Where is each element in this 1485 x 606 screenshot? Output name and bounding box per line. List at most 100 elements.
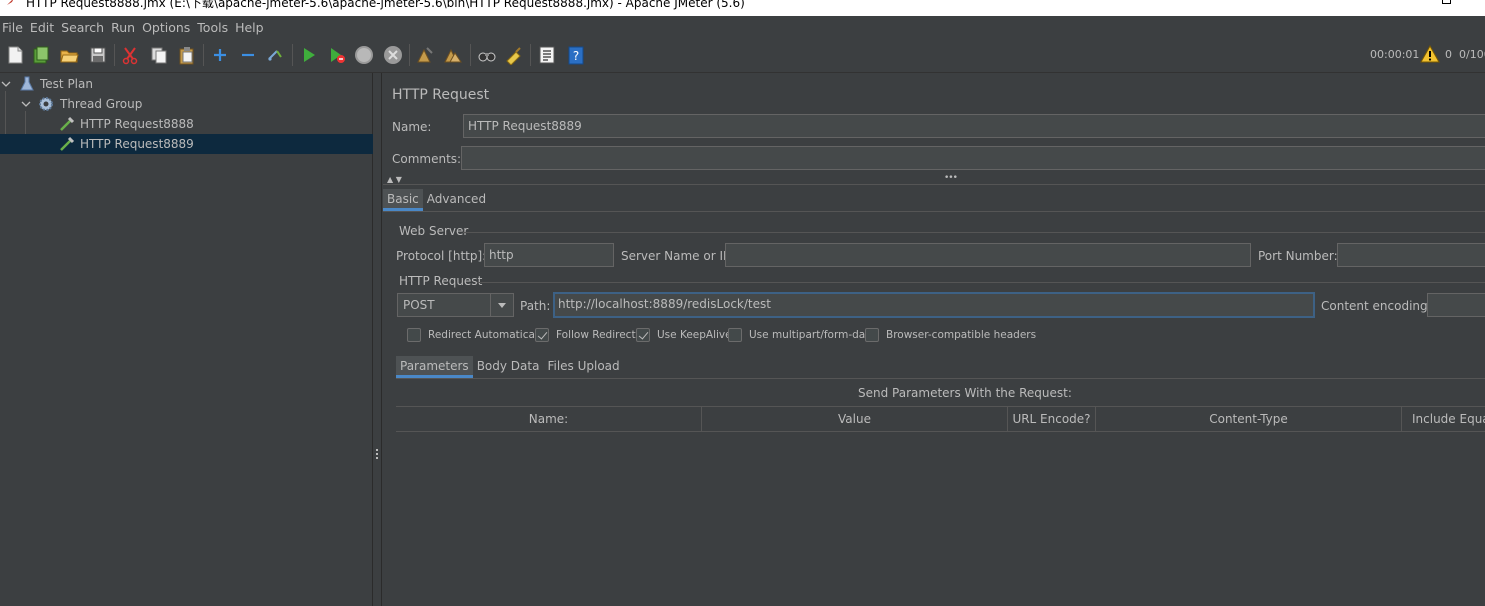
use-keepalive-checkbox[interactable]: Use KeepAlive	[636, 328, 732, 342]
clear-icon[interactable]	[415, 45, 435, 65]
comments-field[interactable]	[461, 146, 1485, 170]
jmeter-feather-icon	[7, 0, 13, 5]
web-server-title: Web Server	[399, 224, 469, 238]
server-name-label: Server Name or IP:	[621, 249, 735, 263]
drag-handle-icon[interactable]	[376, 449, 378, 463]
toolbar-separator	[409, 44, 410, 66]
tree-item-http-request-8889[interactable]: HTTP Request8889	[0, 134, 373, 154]
pipette-icon	[60, 116, 75, 131]
split-pane-divider[interactable]	[373, 73, 382, 606]
search-icon[interactable]	[477, 45, 497, 65]
shutdown-icon[interactable]	[383, 45, 403, 65]
checkbox-box[interactable]	[535, 328, 549, 342]
panel-title: HTTP Request	[392, 87, 490, 103]
column-header-name[interactable]: Name:	[396, 407, 702, 431]
menu-bar: File Edit Search Run Options Tools Help	[0, 16, 1485, 38]
method-select[interactable]: POST	[397, 293, 514, 317]
window-title: HTTP Request8888.jmx (E:\下载\apache-jmete…	[26, 0, 745, 10]
warning-icon[interactable]	[1420, 45, 1440, 63]
column-header-value[interactable]: Value	[702, 407, 1008, 431]
http-request-panel: HTTP Request Name: HTTP Request8889 Comm…	[383, 73, 1485, 606]
menu-options[interactable]: Options	[141, 20, 196, 35]
flask-icon	[20, 76, 34, 91]
name-field[interactable]: HTTP Request8889	[463, 114, 1485, 138]
menu-run[interactable]: Run	[110, 20, 141, 35]
stop-icon[interactable]	[354, 45, 374, 65]
tab-files-upload[interactable]: Files Upload	[543, 356, 623, 378]
follow-redirects-checkbox[interactable]: Follow Redirects	[535, 328, 641, 342]
window-title-bar: HTTP Request8888.jmx (E:\下载\apache-jmete…	[0, 0, 1485, 16]
checkbox-box[interactable]	[636, 328, 650, 342]
column-header-content-type[interactable]: Content-Type	[1096, 407, 1402, 431]
tab-parameters[interactable]: Parameters	[396, 356, 473, 378]
chevron-down-icon[interactable]	[21, 99, 31, 109]
menu-tools[interactable]: Tools	[196, 20, 234, 35]
templates-icon[interactable]	[31, 45, 51, 65]
copy-icon[interactable]	[149, 45, 169, 65]
parameters-caption: Send Parameters With the Request:	[858, 386, 1072, 400]
toolbar: ? 00:00:01 0 0/100	[0, 38, 1485, 73]
port-number-label: Port Number:	[1258, 249, 1338, 263]
protocol-field[interactable]: http	[484, 243, 614, 267]
menu-edit[interactable]: Edit	[29, 20, 60, 35]
function-helper-icon[interactable]	[537, 45, 557, 65]
tab-basic[interactable]: Basic	[383, 189, 423, 211]
tabs-divider	[396, 378, 1485, 379]
active-threads: 0/100	[1459, 48, 1485, 61]
checkbox-label: Redirect Automatically	[428, 329, 547, 341]
elapsed-timer: 00:00:01	[1370, 48, 1420, 61]
use-multipart-checkbox[interactable]: Use multipart/form-data	[728, 328, 876, 342]
expand-icon[interactable]	[210, 45, 230, 65]
chevron-down-icon[interactable]	[1, 79, 11, 89]
new-icon[interactable]	[5, 45, 25, 65]
paste-icon[interactable]	[177, 45, 197, 65]
tree-item-thread-group[interactable]: Thread Group	[0, 94, 373, 114]
start-icon[interactable]	[299, 45, 319, 65]
warning-count: 0	[1445, 48, 1452, 61]
drag-dots-icon[interactable]: •••	[944, 173, 958, 183]
toolbar-separator	[530, 44, 531, 66]
menu-file[interactable]: File	[2, 20, 29, 35]
toolbar-separator	[470, 44, 471, 66]
toggle-icon[interactable]	[265, 45, 285, 65]
browser-compatible-headers-checkbox[interactable]: Browser-compatible headers	[865, 328, 1036, 342]
port-number-field[interactable]	[1337, 243, 1485, 267]
menu-search[interactable]: Search	[60, 20, 110, 35]
collapse-icon[interactable]	[238, 45, 258, 65]
chevron-down-icon[interactable]	[490, 294, 513, 316]
http-request-group-title: HTTP Request	[399, 274, 483, 288]
tab-body-data[interactable]: Body Data	[473, 356, 544, 378]
column-header-include-equals[interactable]: Include Equals?	[1402, 407, 1485, 431]
method-value: POST	[403, 298, 435, 312]
help-icon[interactable]: ?	[566, 45, 586, 65]
collapse-bar[interactable]: ▲ ▼ •••	[383, 173, 1485, 185]
checkbox-label: Use multipart/form-data	[749, 329, 876, 341]
comments-label: Comments:	[392, 152, 462, 166]
maximize-icon[interactable]	[1442, 0, 1451, 4]
redirect-automatically-checkbox[interactable]: Redirect Automatically	[407, 328, 547, 342]
collapse-arrows-icon[interactable]: ▲ ▼	[387, 175, 402, 184]
cut-icon[interactable]	[120, 45, 140, 65]
checkbox-box[interactable]	[728, 328, 742, 342]
clear-all-icon[interactable]	[443, 45, 463, 65]
path-field[interactable]: http://localhost:8889/redisLock/test	[553, 292, 1315, 318]
checkbox-box[interactable]	[865, 328, 879, 342]
column-header-url-encode[interactable]: URL Encode?	[1008, 407, 1096, 431]
error-and-thread-count: 0 0/100	[1445, 48, 1485, 61]
start-no-pause-icon[interactable]	[327, 45, 347, 65]
request-body-tabs: Parameters Body Data Files Upload	[396, 356, 624, 378]
pipette-icon	[60, 136, 75, 151]
tree-item-label: Thread Group	[60, 97, 143, 111]
group-divider	[477, 282, 1485, 283]
open-icon[interactable]	[59, 45, 79, 65]
server-name-field[interactable]	[725, 243, 1251, 267]
tree-item-http-request-8888[interactable]: HTTP Request8888	[0, 114, 373, 134]
menu-help[interactable]: Help	[234, 20, 270, 35]
tree-item-test-plan[interactable]: Test Plan	[0, 74, 373, 94]
content-encoding-field[interactable]	[1427, 293, 1485, 317]
checkbox-box[interactable]	[407, 328, 421, 342]
save-icon[interactable]	[88, 45, 108, 65]
protocol-label: Protocol [http]:	[396, 249, 487, 263]
tab-advanced[interactable]: Advanced	[423, 189, 490, 211]
reset-search-icon[interactable]	[504, 45, 524, 65]
